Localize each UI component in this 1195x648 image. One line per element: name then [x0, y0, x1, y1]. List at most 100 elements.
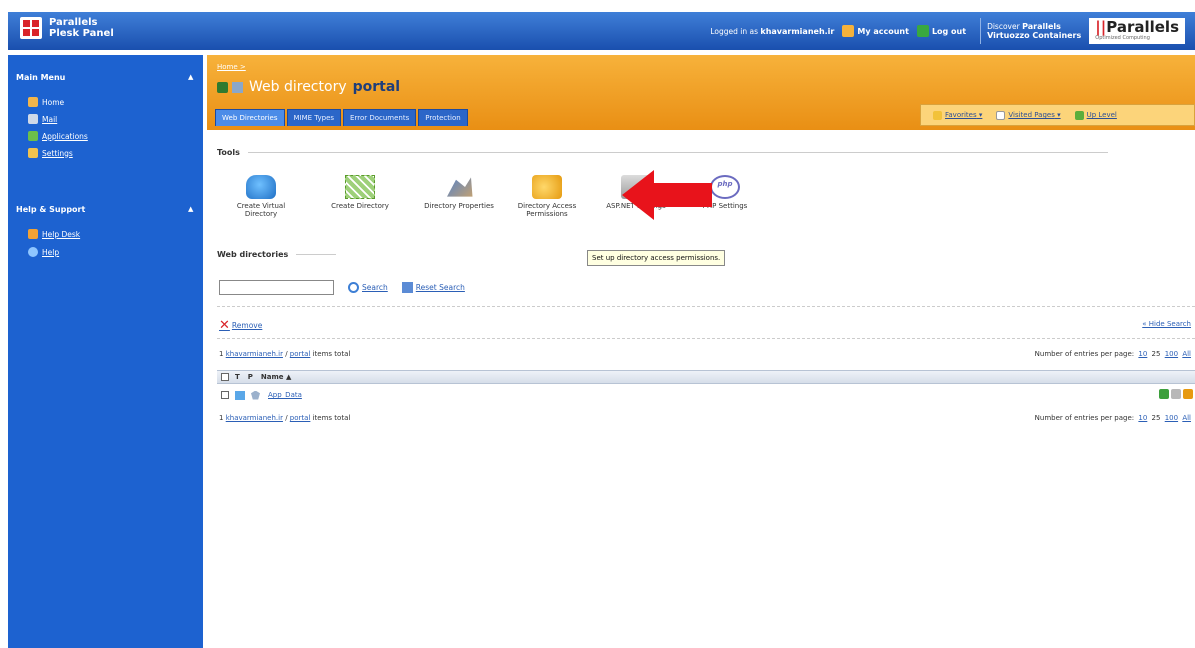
brand-line2: Plesk Panel	[49, 28, 114, 39]
web-directories-heading: Web directories	[217, 250, 337, 259]
collapse-arrow-icon[interactable]: ▲	[188, 205, 193, 213]
tab-bar: Web Directories MIME Types Error Documen…	[215, 109, 470, 126]
folder-icon	[235, 390, 245, 400]
home-icon	[28, 97, 38, 107]
up-level-link[interactable]: Up Level	[1074, 110, 1117, 120]
my-account-link[interactable]: My account	[842, 25, 909, 37]
per-page-10[interactable]: 10	[1138, 350, 1147, 358]
sidebar-item-applications[interactable]: Applications	[28, 131, 88, 141]
page-icon	[996, 110, 1006, 120]
search-button[interactable]: Search	[348, 282, 388, 293]
tab-mime-types[interactable]: MIME Types	[286, 109, 342, 126]
breadcrumb[interactable]: Home >	[217, 63, 246, 71]
lock-folder-icon	[532, 175, 562, 199]
hide-search-link[interactable]: « Hide Search	[1142, 320, 1191, 328]
visited-pages-link[interactable]: Visited Pages ▾	[996, 110, 1061, 120]
select-all-checkbox[interactable]	[221, 373, 229, 381]
page-title: Web directory portal	[217, 79, 400, 95]
divider	[217, 306, 1195, 307]
sidebar: Main Menu ▲ Home Mail Applications Setti…	[8, 55, 203, 648]
parallels-logo[interactable]: ||Parallels Optimized Computing	[1089, 18, 1185, 44]
top-bar: Parallels Plesk Panel Logged in as khava…	[8, 12, 1195, 50]
per-page-100[interactable]: 100	[1165, 350, 1178, 358]
brand-line1: Parallels	[49, 17, 98, 28]
row-name-link[interactable]: App_Data	[268, 391, 302, 399]
brand[interactable]: Parallels Plesk Panel	[20, 17, 114, 39]
column-name[interactable]: Name ▲	[261, 373, 291, 381]
help-support-heading[interactable]: Help & Support ▲	[16, 205, 193, 214]
web-directory-icon	[232, 81, 243, 93]
back-icon	[217, 81, 228, 93]
per-page-10[interactable]: 10	[1138, 414, 1147, 422]
column-p[interactable]: P	[248, 373, 253, 381]
virtual-directory-icon	[246, 175, 276, 199]
table-header: T P Name ▲	[217, 370, 1195, 384]
row-checkbox[interactable]	[221, 391, 229, 399]
account-icon	[842, 25, 855, 37]
search-row: Search Reset Search	[219, 280, 479, 295]
log-out-link[interactable]: Log out	[916, 25, 966, 37]
remove-button[interactable]: ✕ Remove	[219, 318, 262, 333]
up-level-icon	[1074, 110, 1084, 120]
applications-icon	[28, 131, 38, 141]
path-info: 1 khavarmianeh.ir / portal items total	[219, 350, 351, 358]
remove-icon: ✕	[219, 318, 230, 333]
open-icon[interactable]	[1159, 389, 1169, 399]
plesk-logo-icon	[20, 17, 42, 39]
per-page-all[interactable]: All	[1182, 414, 1191, 422]
per-page-25: 25	[1151, 414, 1161, 422]
red-arrow-icon	[622, 170, 712, 220]
per-page-25: 25	[1151, 350, 1161, 358]
help-desk-icon	[28, 229, 38, 239]
create-directory-button[interactable]: Create Directory	[305, 175, 415, 218]
main-menu-heading[interactable]: Main Menu ▲	[16, 73, 193, 82]
create-virtual-directory-button[interactable]: Create Virtual Directory	[217, 175, 305, 218]
php-icon: php	[710, 175, 740, 199]
favorites-icon	[933, 110, 942, 120]
entries-per-page-bottom: Number of entries per page: 10 25 100 Al…	[1034, 414, 1191, 422]
per-page-all[interactable]: All	[1182, 350, 1191, 358]
sidebar-item-help-desk[interactable]: Help Desk	[28, 229, 80, 239]
per-page-100[interactable]: 100	[1165, 414, 1178, 422]
path-root-link[interactable]: khavarmianeh.ir	[226, 414, 283, 422]
discover-link[interactable]: Discover Parallels Virtuozzo Containers	[987, 22, 1081, 40]
quick-links-bar: Favorites ▾ Visited Pages ▾ Up Level	[920, 104, 1195, 126]
reset-search-button[interactable]: Reset Search	[401, 282, 465, 293]
path-root-link[interactable]: khavarmianeh.ir	[226, 350, 283, 358]
divider	[217, 338, 1195, 339]
path-dir-link[interactable]: portal	[290, 414, 311, 422]
mail-icon	[28, 114, 38, 124]
settings-icon[interactable]	[1171, 389, 1181, 399]
sidebar-item-help[interactable]: Help	[28, 247, 59, 257]
column-t[interactable]: T	[235, 373, 240, 381]
tab-error-documents[interactable]: Error Documents	[343, 109, 417, 126]
permissions-icon	[251, 390, 260, 400]
sidebar-item-mail[interactable]: Mail	[28, 114, 57, 124]
path-dir-link[interactable]: portal	[290, 350, 311, 358]
directory-properties-icon	[447, 177, 473, 197]
sidebar-item-home[interactable]: Home	[28, 97, 64, 107]
sidebar-item-settings[interactable]: Settings	[28, 148, 73, 158]
directory-properties-button[interactable]: Directory Properties	[415, 175, 503, 218]
entries-per-page: Number of entries per page: 10 25 100 Al…	[1034, 350, 1191, 358]
logged-in-text: Logged in as khavarmianeh.ir	[710, 26, 835, 36]
tab-protection[interactable]: Protection	[418, 109, 468, 126]
collapse-arrow-icon[interactable]: ▲	[188, 73, 193, 81]
help-icon	[28, 247, 38, 257]
directory-access-permissions-button[interactable]: Directory Access Permissions	[503, 175, 591, 218]
page-header: Home > Web directory portal Web Director…	[207, 55, 1195, 130]
favorites-link[interactable]: Favorites ▾	[933, 110, 982, 120]
row-actions	[1157, 389, 1193, 399]
log-out-icon	[916, 25, 929, 37]
top-divider	[980, 18, 982, 44]
tab-web-directories[interactable]: Web Directories	[215, 109, 285, 126]
lock-icon[interactable]	[1183, 389, 1193, 399]
username: khavarmianeh.ir	[760, 26, 835, 36]
table-row: App_Data	[217, 388, 1195, 402]
search-input[interactable]	[219, 280, 334, 295]
tools-heading: Tools	[217, 148, 1108, 157]
search-icon	[348, 282, 359, 293]
settings-icon	[28, 148, 38, 158]
reset-icon	[401, 282, 413, 293]
path-info-bottom: 1 khavarmianeh.ir / portal items total	[219, 414, 351, 422]
